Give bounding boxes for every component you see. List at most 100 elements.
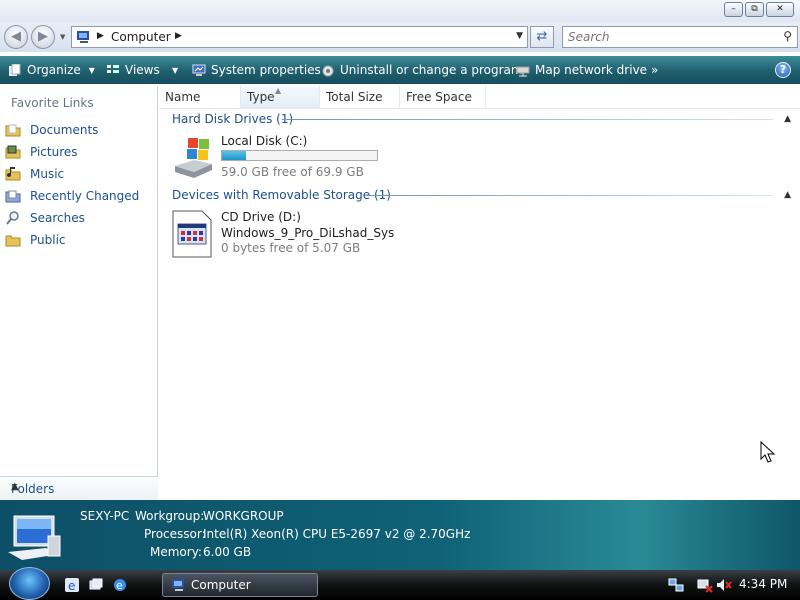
network-status-icon[interactable]: [668, 577, 684, 593]
column-free-space[interactable]: Free Space: [400, 86, 486, 108]
group-removable-storage[interactable]: Devices with Removable Storage (1): [172, 188, 391, 204]
breadcrumb-arrow-icon[interactable]: ▶: [97, 31, 104, 41]
views-button[interactable]: Views: [106, 62, 160, 78]
system-properties-icon: [192, 64, 206, 76]
start-button[interactable]: [9, 567, 50, 600]
sidebar-item-label: Searches: [30, 211, 85, 225]
back-button[interactable]: ◀: [4, 25, 28, 49]
system-clock[interactable]: 4:34 PM: [739, 577, 787, 591]
map-network-drive-button[interactable]: Map network drive: [516, 62, 647, 78]
collapse-group-icon[interactable]: ▲: [784, 114, 791, 124]
sort-ascending-icon: ▲: [275, 86, 282, 95]
capacity-bar-fill: [222, 151, 247, 160]
drive-volume-label: Windows_9_Pro_DiLshad_Sys: [221, 226, 395, 240]
workgroup-label: Workgroup:: [135, 509, 205, 523]
search-icon[interactable]: ⚲: [783, 29, 792, 43]
ie-shortcut-icon[interactable]: e: [64, 577, 80, 593]
sidebar-item-label: Public: [30, 233, 66, 247]
drive-name: Local Disk (C:): [221, 134, 308, 148]
memory-label: Memory:: [150, 545, 202, 559]
refresh-button[interactable]: ⇄: [530, 26, 554, 48]
system-properties-button[interactable]: System properties: [192, 62, 321, 78]
memory-value: 6.00 GB: [203, 545, 252, 559]
mouse-cursor-icon: [760, 441, 776, 463]
taskbar: e e Computer 4:34 PM: [0, 567, 800, 600]
group-hard-disk-drives[interactable]: Hard Disk Drives (1): [172, 112, 293, 128]
sidebar-item-label: Recently Changed: [30, 189, 140, 203]
sidebar-item-label: Music: [30, 167, 65, 181]
folder-icon: [5, 235, 21, 247]
drive-local-disk-c[interactable]: Local Disk (C:) 59.0 GB free of 69.9 GB: [172, 134, 382, 179]
breadcrumb-arrow-icon[interactable]: ▶: [175, 31, 182, 41]
chevron-up-icon[interactable]: ▲: [11, 481, 150, 492]
minimize-button[interactable]: –: [724, 2, 743, 17]
organize-icon: [9, 63, 21, 76]
network-drive-icon: [516, 66, 530, 76]
collapse-group-icon[interactable]: ▲: [784, 190, 791, 200]
views-dropdown[interactable]: ▼: [169, 62, 178, 78]
title-bar: – ⧉ ✕: [0, 0, 800, 22]
drive-free-space: 0 bytes free of 5.07 GB: [221, 241, 361, 255]
sidebar-item-documents[interactable]: Documents: [5, 119, 139, 141]
folders-toggle[interactable]: Folders ▲: [0, 476, 158, 500]
close-button[interactable]: ✕: [766, 2, 794, 17]
sidebar-item-label: Documents: [30, 123, 99, 137]
views-icon: [107, 64, 119, 73]
favorite-links-list: Documents Pictures Music Recently Change…: [5, 119, 139, 251]
more-commands-label: »: [651, 63, 659, 77]
recent-pages-dropdown[interactable]: ▼: [60, 33, 65, 41]
uninstall-button[interactable]: Uninstall or change a program: [321, 62, 523, 78]
group-divider: [282, 119, 773, 120]
sidebar-item-pictures[interactable]: Pictures: [5, 141, 139, 163]
more-commands-button[interactable]: »: [651, 62, 658, 78]
help-button[interactable]: ?: [775, 62, 791, 78]
map-drive-label: Map network drive: [535, 63, 648, 77]
sidebar-item-searches[interactable]: Searches: [5, 207, 139, 229]
forward-button[interactable]: ▶: [31, 25, 55, 49]
group-divider: [367, 195, 773, 196]
search-box[interactable]: ⚲: [562, 26, 798, 48]
organize-button[interactable]: Organize ▼: [8, 62, 95, 78]
processor-label: Processor:: [144, 527, 206, 541]
column-type-label: Type: [247, 90, 275, 104]
explorer-window: – ⧉ ✕ ◀ ▶ ▼ ▶ Computer ▶ ▼ ⇄ ⚲ Organize ▼: [0, 0, 800, 570]
sidebar-item-recently-changed[interactable]: Recently Changed: [5, 185, 139, 207]
network-disconnected-icon[interactable]: [697, 577, 713, 593]
command-bar: Organize ▼ Views ▼ System properties Unin…: [0, 56, 800, 84]
breadcrumb-computer[interactable]: Computer: [111, 30, 171, 44]
drive-free-space: 59.0 GB free of 69.9 GB: [221, 165, 364, 179]
music-folder-icon: [5, 167, 21, 181]
computer-icon: [172, 579, 184, 591]
chevron-down-icon: ▼: [88, 65, 95, 75]
capacity-bar: [221, 150, 378, 161]
sidebar-item-public[interactable]: Public: [5, 229, 139, 251]
sidebar-item-music[interactable]: Music: [5, 163, 139, 185]
column-type[interactable]: Type ▲: [241, 86, 320, 108]
address-dropdown-icon[interactable]: ▼: [516, 31, 523, 41]
search-input[interactable]: [563, 27, 763, 47]
computer-icon: [77, 31, 89, 43]
svg-text:e: e: [116, 579, 123, 592]
navigation-pane: Favorite Links Documents Pictures Music …: [0, 86, 158, 500]
computer-icon: [8, 515, 61, 560]
maximize-button[interactable]: ⧉: [745, 2, 764, 17]
cd-drive-icon: [172, 210, 212, 258]
column-name[interactable]: Name: [159, 86, 241, 108]
internet-explorer-icon[interactable]: e: [112, 577, 128, 593]
column-total-size[interactable]: Total Size: [320, 86, 400, 108]
hard-drive-icon: [175, 138, 212, 178]
switch-windows-icon[interactable]: [88, 577, 104, 593]
drive-cd-d[interactable]: CD Drive (D:) Windows_9_Pro_DiLshad_Sys …: [172, 210, 395, 258]
taskbar-computer-button[interactable]: Computer: [162, 573, 318, 597]
recent-folder-icon: [5, 190, 21, 203]
uninstall-icon: [322, 65, 334, 76]
address-bar[interactable]: ▶ Computer ▶ ▼: [71, 26, 528, 48]
system-properties-label: System properties: [211, 63, 321, 77]
svg-text:e: e: [68, 579, 75, 593]
computer-name: SEXY-PC: [80, 509, 130, 523]
views-label: Views: [125, 63, 160, 77]
chevron-down-icon: ▼: [172, 65, 179, 75]
volume-muted-icon[interactable]: [716, 577, 732, 593]
navigation-bar: ◀ ▶ ▼ ▶ Computer ▶ ▼ ⇄ ⚲: [0, 22, 800, 52]
processor-value: Intel(R) Xeon(R) CPU E5-2697 v2 @ 2.70GH…: [203, 527, 471, 541]
